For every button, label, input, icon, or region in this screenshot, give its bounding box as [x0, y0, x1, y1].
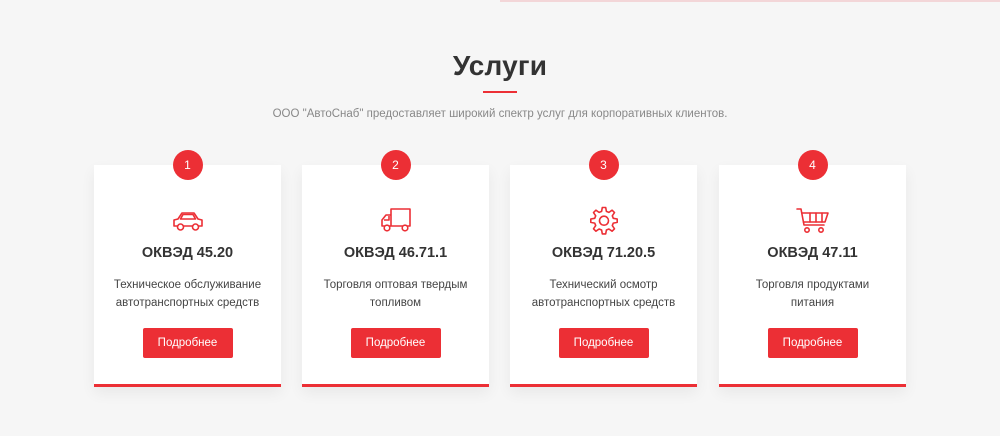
top-divider — [500, 0, 1000, 2]
details-button[interactable]: Подробнее — [558, 328, 649, 358]
card-description: Техническое обслуживание автотранспортны… — [113, 279, 262, 309]
card-description: Технический осмотр автотранспортных сред… — [531, 279, 676, 309]
card-code: ОКВЭД 46.71.1 — [343, 245, 448, 261]
truck-icon — [378, 205, 414, 235]
service-card: 2 ОКВЭД 46.71.1 Торговля оптовая твердым… — [302, 150, 489, 387]
service-card: 3 ОКВЭД 71.20.5 Технический осмотр автот… — [510, 150, 697, 387]
cart-icon — [795, 205, 831, 235]
card-code: ОКВЭД 71.20.5 — [551, 245, 656, 261]
card-number-badge: 2 — [380, 150, 411, 180]
card-number-badge: 3 — [588, 150, 619, 180]
card-number-badge: 4 — [797, 150, 828, 180]
car-icon — [170, 205, 206, 235]
section-title: Услуги — [452, 50, 548, 81]
card-description: Торговля продуктами питания — [755, 279, 870, 309]
details-button[interactable]: Подробнее — [767, 328, 858, 358]
card-code: ОКВЭД 45.20 — [141, 245, 234, 261]
card-number-badge: 1 — [172, 150, 203, 180]
service-card: 1 ОКВЭД 45.20 Техническое обслуживание а… — [94, 150, 281, 387]
title-underline — [483, 91, 517, 93]
gear-icon — [586, 205, 622, 235]
card-code: ОКВЭД 47.11 — [767, 245, 858, 261]
card-description: Торговля оптовая твердым топливом — [323, 279, 468, 309]
details-button[interactable]: Подробнее — [350, 328, 441, 358]
details-button[interactable]: Подробнее — [142, 328, 233, 358]
service-card: 4 ОКВЭД 47.11 Торговля продуктами питани… — [719, 150, 906, 387]
section-subtitle: ООО "АвтоСнаб" предоставляет широкий спе… — [272, 108, 728, 120]
